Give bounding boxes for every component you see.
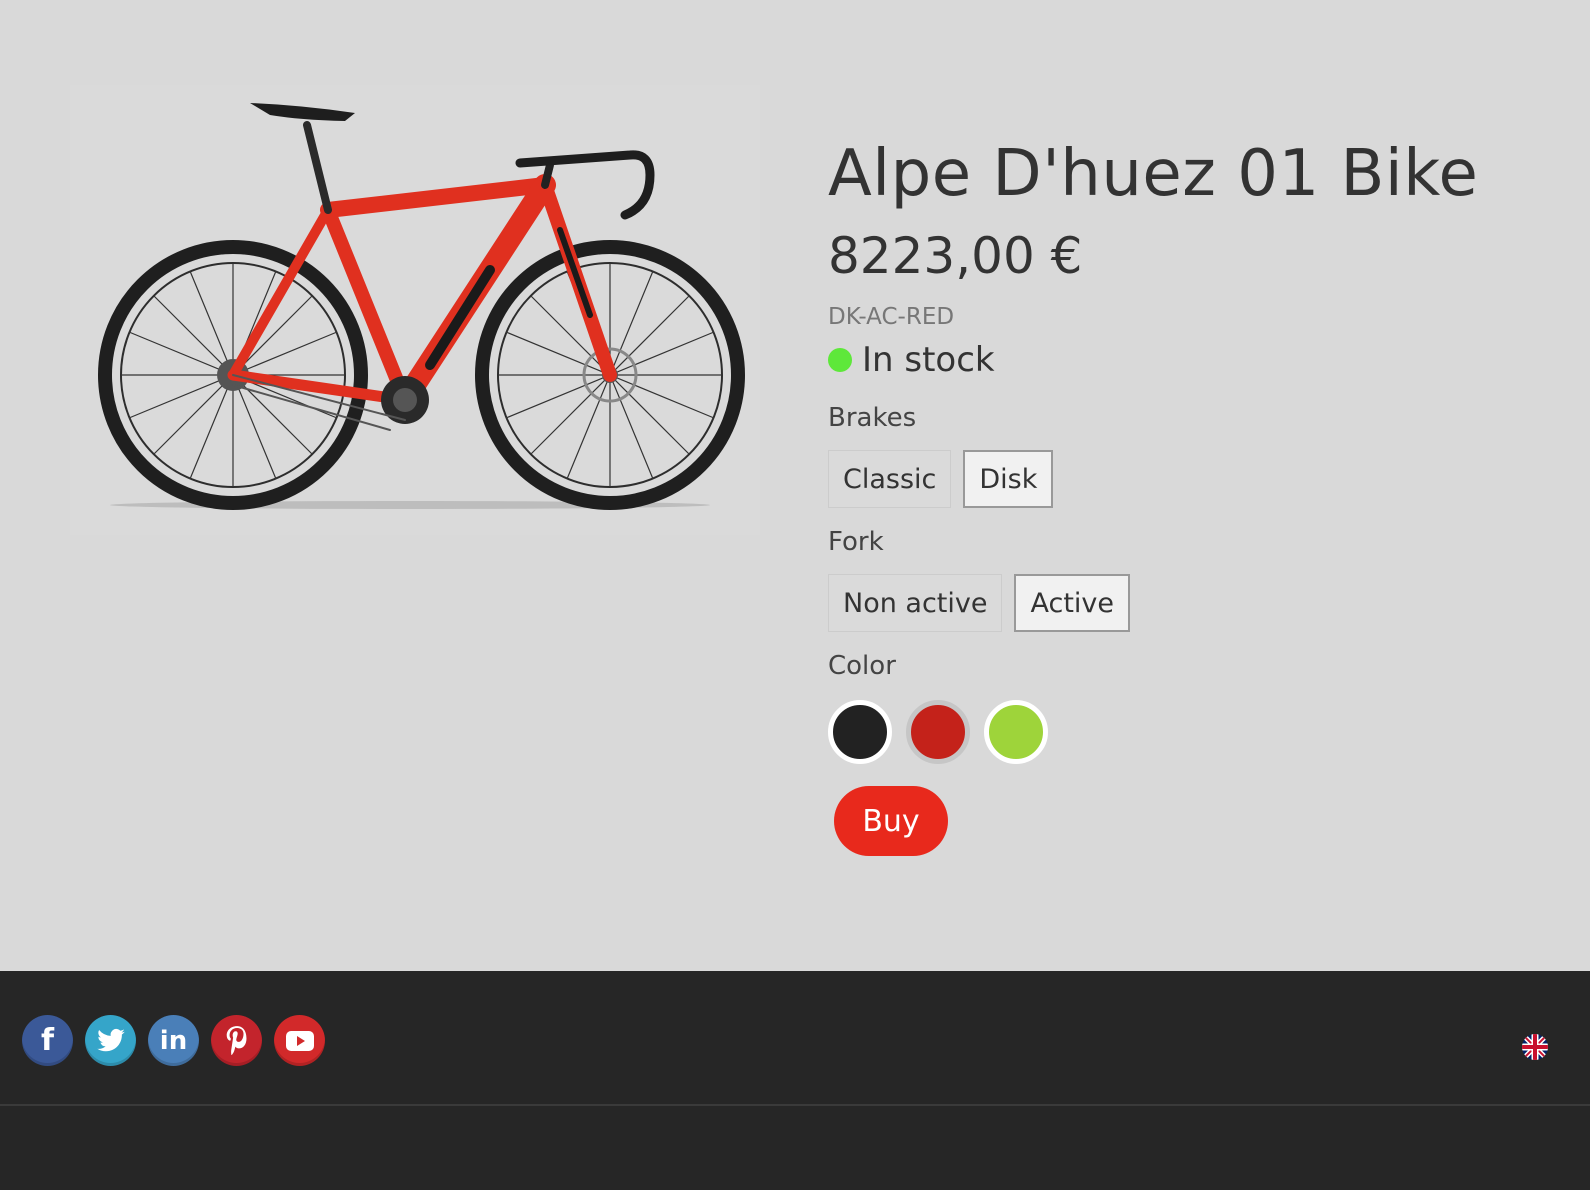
footer: f in [0, 971, 1590, 1190]
fork-option-non-active[interactable]: Non active [828, 574, 1003, 632]
color-swatch-black[interactable] [828, 700, 892, 764]
product-details: Alpe D'huez 01 Bike 8223,00 € DK-AC-RED … [828, 130, 1548, 856]
linkedin-icon[interactable]: in [148, 1015, 199, 1066]
twitter-icon[interactable] [85, 1015, 136, 1066]
product-title: Alpe D'huez 01 Bike [828, 137, 1479, 211]
social-links: f in [22, 1015, 325, 1066]
buy-button[interactable]: Buy [834, 786, 948, 856]
fork-option-active[interactable]: Active [1014, 574, 1131, 632]
product-section: Alpe D'huez 01 Bike 8223,00 € DK-AC-RED … [0, 0, 1590, 971]
color-swatch-green[interactable] [984, 700, 1048, 764]
uk-flag-icon[interactable] [1522, 1034, 1548, 1060]
youtube-icon[interactable] [274, 1015, 325, 1066]
fork-options: Non active Active [828, 574, 1548, 632]
brakes-option-disk[interactable]: Disk [963, 450, 1054, 508]
color-label: Color [828, 651, 896, 681]
product-sku: DK-AC-RED [828, 304, 955, 330]
fork-label: Fork [828, 527, 884, 557]
product-price: 8223,00 € [828, 227, 1083, 285]
stock-indicator-icon [828, 348, 852, 372]
stock-status: In stock [828, 338, 1548, 382]
color-swatches [828, 700, 1548, 764]
stock-text: In stock [862, 340, 995, 380]
brakes-option-classic[interactable]: Classic [828, 450, 952, 508]
product-image [70, 85, 760, 535]
color-swatch-red[interactable] [906, 700, 970, 764]
pinterest-icon[interactable] [211, 1015, 262, 1066]
brakes-options: Classic Disk [828, 450, 1548, 508]
brakes-label: Brakes [828, 403, 917, 433]
footer-top: f in [0, 971, 1590, 1106]
facebook-icon[interactable]: f [22, 1015, 73, 1066]
